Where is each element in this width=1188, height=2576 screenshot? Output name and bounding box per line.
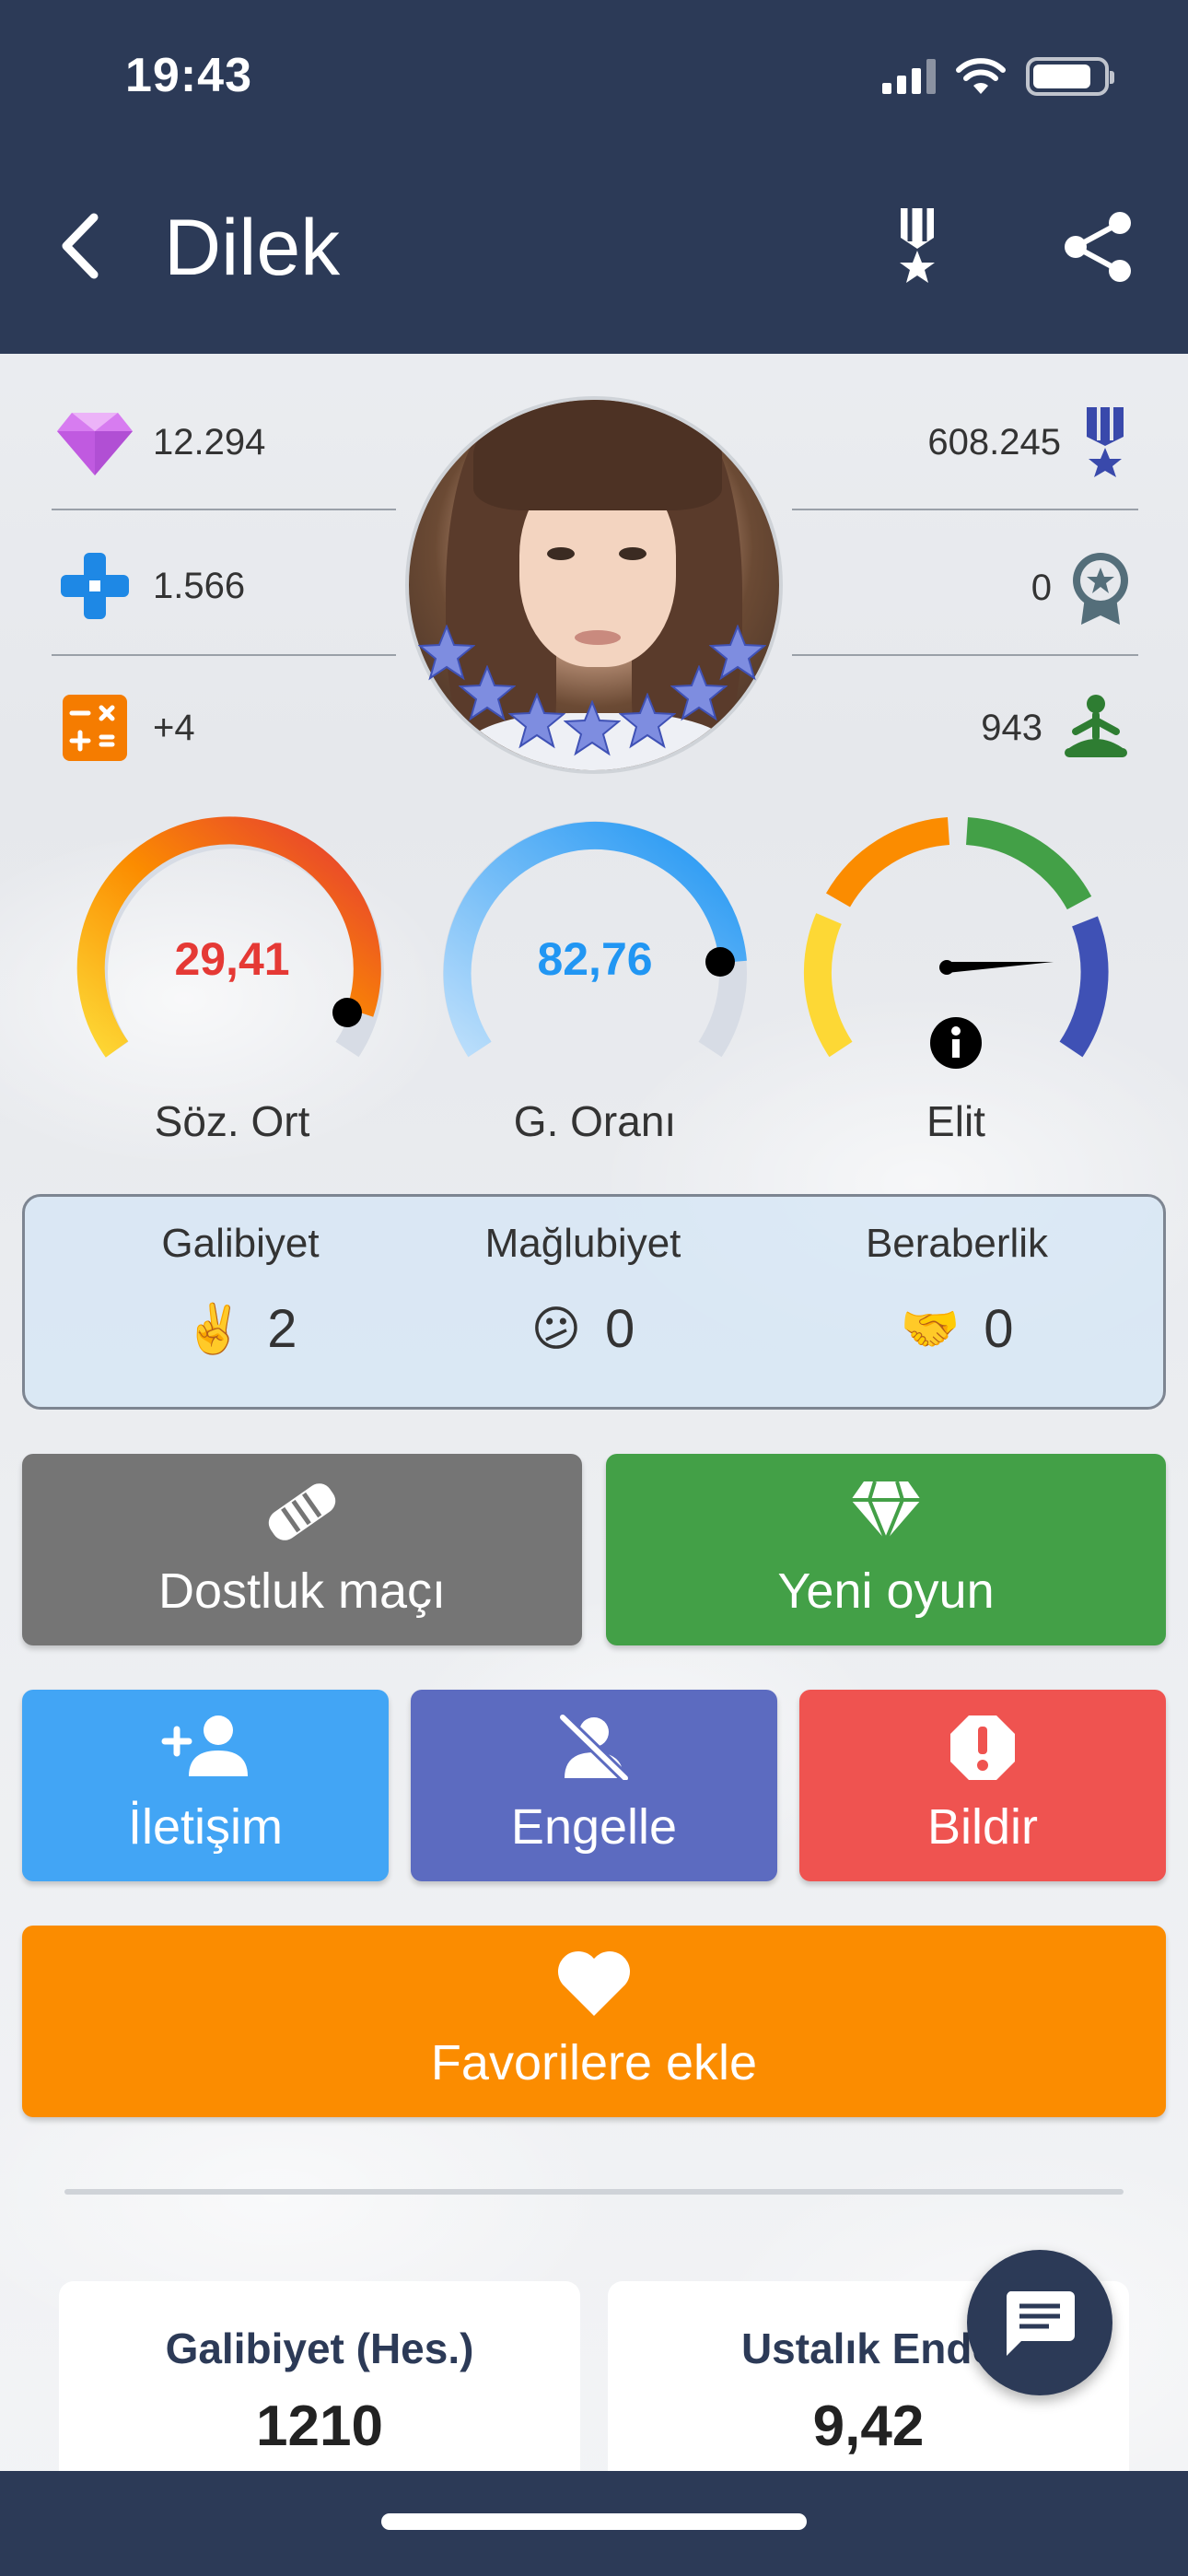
cellular-signal-icon — [882, 59, 936, 94]
wins-count: 2 — [267, 1299, 297, 1359]
section-divider — [64, 2189, 1124, 2195]
level-points: 943 — [981, 707, 1042, 748]
handshake-icon: 🤝 — [900, 1302, 961, 1356]
wifi-icon — [956, 58, 1006, 94]
rank-star-icon — [619, 693, 676, 749]
block-user-icon — [558, 1714, 630, 1780]
friendly-match-label: Dostluk maçı — [157, 1563, 447, 1619]
diamond-icon — [851, 1481, 921, 1542]
calculator-icon — [63, 695, 127, 761]
rank-star-icon — [564, 700, 621, 756]
add-favorites-button[interactable]: Favorilere ekle — [22, 1926, 1166, 2117]
bottom-bar — [0, 2471, 1188, 2576]
block-label: Engelle — [510, 1799, 678, 1855]
app-header: 19:43 Dilek — [0, 0, 1188, 354]
confused-face-icon: 😕 — [530, 1302, 581, 1356]
gauge-elite-dial — [803, 817, 1109, 1069]
stat-card-value: 1210 — [256, 2395, 383, 2458]
divider — [52, 654, 396, 656]
page-title: Dilek — [164, 204, 341, 292]
handshake-icon — [268, 1483, 336, 1540]
games-count: 1.566 — [153, 565, 246, 606]
score-delta: +4 — [153, 707, 195, 748]
stat-card-title: Galibiyet (Hes.) — [165, 2324, 474, 2372]
friendly-match-button[interactable]: Dostluk maçı — [22, 1454, 582, 1645]
stat-diamonds: 12.294 — [53, 405, 282, 479]
gauge-win-rate-value: 82,76 — [537, 933, 653, 985]
new-game-label: Yeni oyun — [777, 1563, 995, 1619]
share-button[interactable] — [1059, 208, 1136, 286]
stat-score-delta: +4 — [53, 691, 212, 765]
divider — [792, 654, 1138, 656]
divider — [52, 509, 396, 510]
chat-icon — [1006, 2291, 1075, 2356]
add-favorites-label: Favorilere ekle — [430, 2035, 758, 2090]
gauge-word-average: 29,41 Söz. Ort — [66, 803, 398, 1172]
losses-label: Mağlubiyet — [484, 1221, 681, 1266]
stat-games: 1.566 — [53, 549, 262, 623]
gauge-elite-label: Elit — [926, 1097, 985, 1145]
stat-level: 943 — [964, 691, 1133, 765]
rank-star-icon — [459, 665, 516, 721]
draws-count: 0 — [984, 1299, 1014, 1359]
contact-button[interactable]: İletişim — [22, 1690, 389, 1881]
medal-icon — [1087, 407, 1124, 477]
report-button[interactable]: Bildir — [799, 1690, 1166, 1881]
victory-hand-icon: ✌️ — [183, 1302, 244, 1356]
medal-points: 608.245 — [927, 421, 1061, 463]
divider — [792, 509, 1138, 510]
contact-label: İletişim — [127, 1799, 283, 1855]
results-wins: Galibiyet ✌️ 2 — [102, 1197, 379, 1360]
rank-star-icon — [508, 693, 565, 749]
add-person-icon — [161, 1715, 248, 1776]
gauge-word-average-label: Söz. Ort — [154, 1097, 310, 1145]
report-label: Bildir — [926, 1799, 1039, 1855]
diamond-count: 12.294 — [153, 421, 266, 463]
rank-star-icon — [709, 625, 766, 681]
stat-card-value: 9,42 — [812, 2395, 925, 2458]
game-controller-icon — [61, 553, 129, 619]
block-button[interactable]: Engelle — [411, 1690, 777, 1881]
stat-medals: 608.245 — [911, 405, 1133, 479]
status-icons — [882, 57, 1114, 96]
stat-awards: 0 — [1015, 549, 1133, 626]
meditation-icon — [1065, 695, 1127, 757]
gauge-elite: Elit — [790, 803, 1122, 1172]
alert-icon — [950, 1715, 1015, 1780]
status-time: 19:43 — [125, 49, 252, 102]
medal-button[interactable] — [890, 205, 945, 287]
gauge-win-rate: 82,76 G. Oranı — [429, 803, 761, 1172]
battery-icon — [1026, 57, 1114, 96]
gauge-word-average-value: 29,41 — [174, 933, 290, 985]
award-count: 0 — [1031, 567, 1052, 608]
diamond-icon — [57, 413, 133, 475]
heart-icon — [557, 1950, 631, 2016]
wins-label: Galibiyet — [161, 1221, 320, 1266]
back-button[interactable] — [52, 205, 107, 287]
results-losses: Mağlubiyet 😕 0 — [445, 1197, 721, 1360]
award-ribbon-icon — [1073, 553, 1128, 625]
match-results-panel: Galibiyet ✌️ 2 Mağlubiyet 😕 0 Beraberlik… — [22, 1194, 1166, 1410]
results-draws: Beraberlik 🤝 0 — [819, 1197, 1095, 1360]
losses-count: 0 — [604, 1299, 635, 1359]
draws-label: Beraberlik — [865, 1221, 1049, 1266]
gauge-win-rate-label: G. Oranı — [513, 1097, 677, 1145]
chat-fab-button[interactable] — [967, 2250, 1112, 2395]
home-indicator[interactable] — [381, 2513, 807, 2530]
profile-avatar[interactable] — [405, 396, 783, 774]
new-game-button[interactable]: Yeni oyun — [606, 1454, 1166, 1645]
